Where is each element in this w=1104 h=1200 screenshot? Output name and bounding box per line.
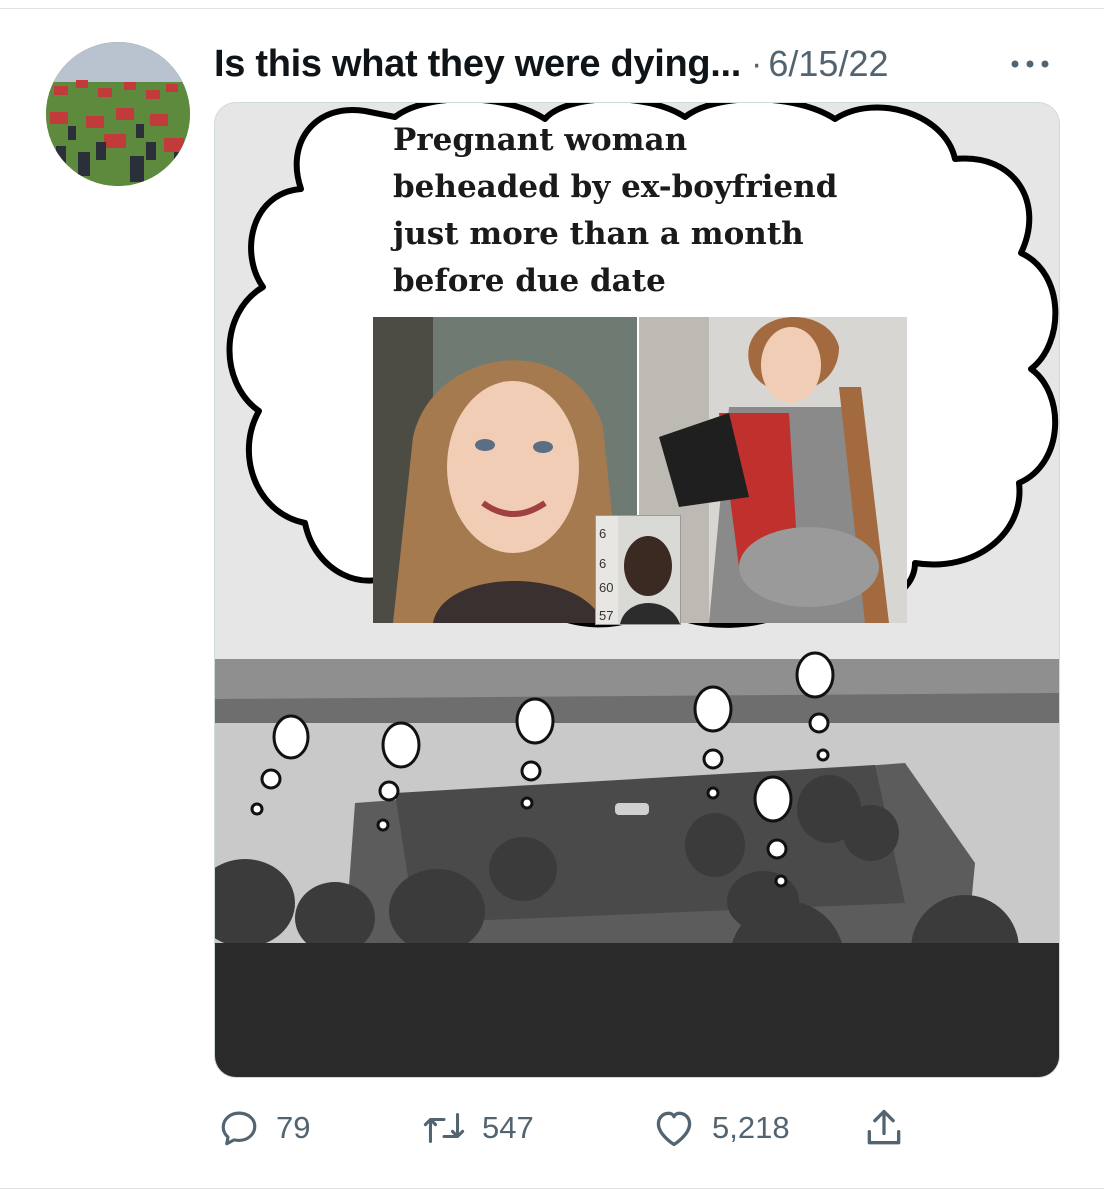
avatar-image	[46, 42, 190, 186]
share-button[interactable]	[862, 1100, 906, 1156]
retweet-button[interactable]: 547	[422, 1100, 534, 1156]
tweet-media[interactable]: Pregnant woman beheaded by ex-boyfriend …	[214, 102, 1060, 1078]
meme-headline: Pregnant woman beheaded by ex-boyfriend …	[393, 122, 838, 299]
reply-button[interactable]: 79	[218, 1100, 310, 1156]
mugshot-scale-label: 57	[599, 608, 613, 623]
tweet-date[interactable]: 6/15/22	[768, 43, 888, 85]
heart-icon	[656, 1111, 692, 1147]
tweet-header: Is this what they were dying... · 6/15/2…	[214, 40, 889, 88]
more-button[interactable]	[1000, 46, 1060, 82]
action-bar: 79 547 5,218	[214, 1100, 1058, 1156]
like-button[interactable]: 5,218	[652, 1100, 790, 1156]
more-icon	[1011, 60, 1049, 68]
reply-icon	[221, 1111, 257, 1146]
bottom-divider	[0, 1188, 1104, 1189]
share-icon	[867, 1109, 901, 1145]
reply-count: 79	[276, 1110, 311, 1145]
mugshot-scale-label: 60	[599, 580, 613, 595]
top-divider	[0, 8, 1104, 9]
separator-dot: ·	[751, 44, 763, 83]
display-name[interactable]: Is this what they were dying...	[214, 43, 741, 86]
mugshot-scale-label: 6	[599, 526, 606, 541]
mugshot-photo: 6 6 60 57	[595, 515, 681, 625]
retweet-count: 547	[482, 1110, 534, 1145]
retweet-icon	[423, 1112, 465, 1144]
avatar[interactable]	[46, 42, 190, 186]
like-count: 5,218	[712, 1110, 790, 1145]
mugshot-scale-label: 6	[599, 556, 606, 571]
